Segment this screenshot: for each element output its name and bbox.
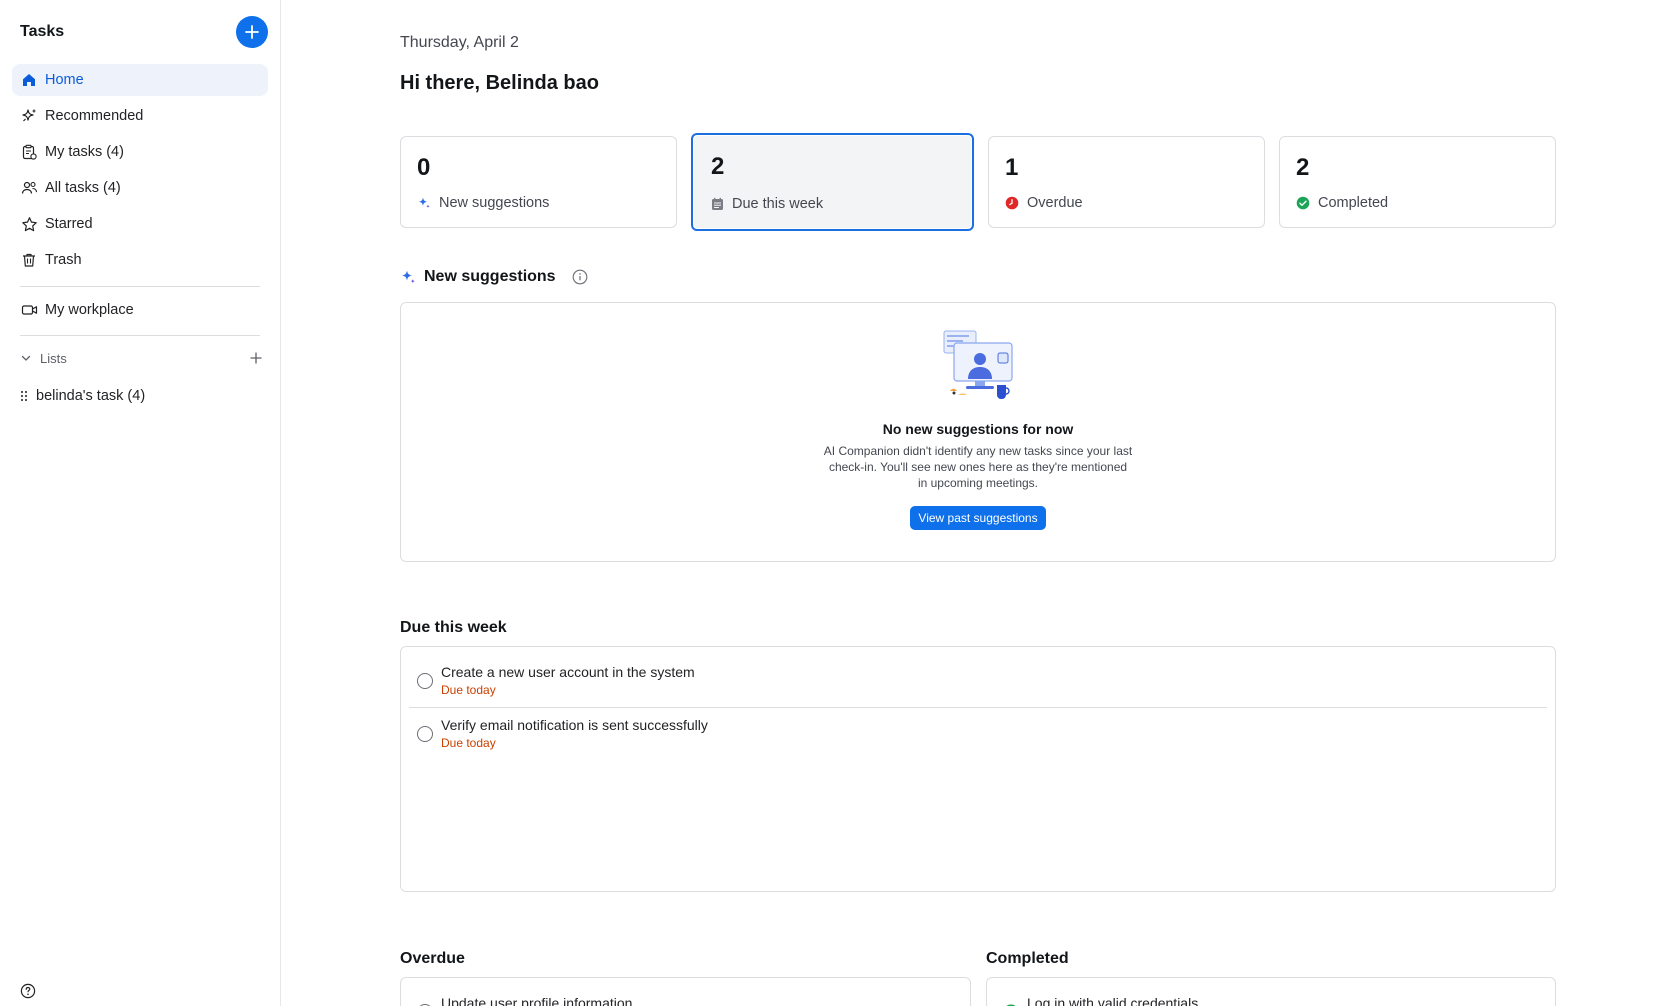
view-past-suggestions-button[interactable]: View past suggestions: [910, 506, 1046, 530]
summary-cards: 0 New suggestions 2 Due this week 1 Over…: [400, 133, 1556, 231]
sidebar-workplace-nav: My workplace: [12, 294, 268, 330]
task-due: Due today: [441, 736, 496, 750]
completed-panel: Log in with valid credentials: [986, 977, 1556, 1006]
card-label-row: Due this week: [711, 196, 823, 212]
suggestions-title: New suggestions: [424, 268, 556, 285]
list-item[interactable]: belinda's task (4): [20, 384, 145, 408]
card-label: Overdue: [1027, 195, 1083, 211]
task-checkbox[interactable]: [417, 726, 433, 742]
card-due-this-week[interactable]: 2 Due this week: [691, 133, 974, 231]
sidebar-item-label: Home: [45, 72, 84, 88]
sidebar-nav: Home Recommended My tasks (4) All tasks …: [12, 64, 268, 280]
list-item-label: belinda's task (4): [36, 388, 146, 404]
sidebar-item-label: All tasks (4): [45, 180, 121, 196]
page-title: Hi there, Belinda bao: [400, 72, 599, 94]
task-text: Create a new user account in the system …: [441, 647, 695, 697]
card-count: 1: [1005, 154, 1019, 181]
due-week-panel: Create a new user account in the system …: [400, 646, 1556, 892]
sidebar-title: Tasks: [20, 23, 65, 40]
overdue-heading: Overdue: [400, 950, 465, 968]
empty-state-description: AI Companion didn't identify any new tas…: [823, 444, 1133, 490]
card-label: Completed: [1318, 195, 1389, 211]
new-task-button[interactable]: [236, 16, 268, 48]
drag-handle-icon[interactable]: [20, 389, 28, 403]
clipboard-icon: [20, 143, 38, 161]
sidebar-header: Tasks: [20, 16, 268, 48]
task-row[interactable]: Update user profile information: [409, 978, 962, 1006]
card-label: New suggestions: [439, 195, 550, 211]
task-title: Verify email notification is sent succes…: [441, 717, 708, 733]
task-title: Create a new user account in the system: [441, 664, 695, 680]
card-new-suggestions[interactable]: 0 New suggestions: [400, 136, 677, 228]
card-count: 2: [1296, 154, 1310, 181]
empty-state-title: No new suggestions for now: [882, 421, 1074, 437]
sidebar-item-recommended[interactable]: Recommended: [12, 100, 268, 132]
task-text: Log in with valid credentials: [1027, 978, 1198, 1006]
help-icon[interactable]: [20, 983, 36, 1004]
sidebar-item-trash[interactable]: Trash: [12, 244, 268, 276]
task-title: Update user profile information: [441, 995, 633, 1006]
chevron-down-icon: [20, 352, 32, 364]
sidebar-item-all-tasks[interactable]: All tasks (4): [12, 172, 268, 204]
sidebar-item-label: Recommended: [45, 108, 144, 124]
completed-title: Completed: [986, 950, 1069, 967]
empty-state: No new suggestions for now AI Companion …: [401, 329, 1555, 530]
sidebar-item-my-tasks[interactable]: My tasks (4): [12, 136, 268, 168]
plus-icon: [245, 25, 259, 39]
card-completed[interactable]: 2 Completed: [1279, 136, 1556, 228]
task-due: Due today: [441, 683, 496, 697]
sidebar-divider: [20, 286, 260, 287]
card-count: 2: [711, 153, 725, 180]
sidebar-item-starred[interactable]: Starred: [12, 208, 268, 240]
overdue-clock-icon: [1005, 196, 1019, 210]
due-week-title: Due this week: [400, 619, 507, 636]
star-icon: [20, 215, 38, 233]
sparkle-icon: [417, 196, 431, 210]
sparkle-icon: [20, 107, 38, 125]
card-label-row: Overdue: [1005, 195, 1083, 211]
current-date: Thursday, April 2: [400, 34, 519, 51]
card-count: 0: [417, 154, 431, 181]
sidebar-item-home[interactable]: Home: [12, 64, 268, 96]
sidebar-item-label: Starred: [45, 216, 93, 232]
task-row[interactable]: Log in with valid credentials: [995, 978, 1547, 1006]
overdue-title: Overdue: [400, 950, 465, 967]
sidebar-item-label: Trash: [45, 252, 82, 268]
sidebar-item-label: My tasks (4): [45, 144, 124, 160]
task-checkbox[interactable]: [417, 673, 433, 689]
lists-toggle[interactable]: Lists: [20, 351, 67, 366]
sidebar-item-my-workplace[interactable]: My workplace: [12, 294, 268, 326]
sidebar: Tasks Home Recommended My tasks (4) All …: [0, 0, 281, 1006]
card-label-row: New suggestions: [417, 195, 549, 211]
task-text: Update user profile information: [441, 978, 632, 1006]
suggestions-heading: New suggestions: [400, 268, 588, 286]
add-list-icon[interactable]: [250, 352, 262, 364]
card-overdue[interactable]: 1 Overdue: [988, 136, 1265, 228]
trash-icon: [20, 251, 38, 269]
completed-heading: Completed: [986, 950, 1069, 968]
lists-label: Lists: [40, 350, 67, 366]
overdue-panel: Update user profile information: [400, 977, 971, 1006]
calendar-icon: [711, 197, 724, 211]
info-icon[interactable]: [572, 269, 588, 285]
lists-header: Lists: [20, 346, 262, 370]
task-row[interactable]: Create a new user account in the system …: [409, 647, 1547, 700]
check-circle-icon: [1296, 196, 1310, 210]
card-label: Due this week: [732, 196, 824, 212]
sidebar-item-label: My workplace: [45, 302, 134, 318]
card-label-row: Completed: [1296, 195, 1388, 211]
sparkle-icon: [400, 269, 416, 285]
suggestions-panel: No new suggestions for now AI Companion …: [400, 302, 1556, 562]
task-row[interactable]: Verify email notification is sent succes…: [409, 700, 1547, 753]
suggestions-illustration: [940, 329, 1016, 401]
home-icon: [20, 71, 38, 89]
users-icon: [20, 179, 38, 197]
sidebar-divider: [20, 335, 260, 336]
task-text: Verify email notification is sent succes…: [441, 700, 708, 750]
due-week-heading: Due this week: [400, 619, 507, 637]
video-icon: [20, 301, 38, 319]
task-title: Log in with valid credentials: [1027, 995, 1199, 1006]
